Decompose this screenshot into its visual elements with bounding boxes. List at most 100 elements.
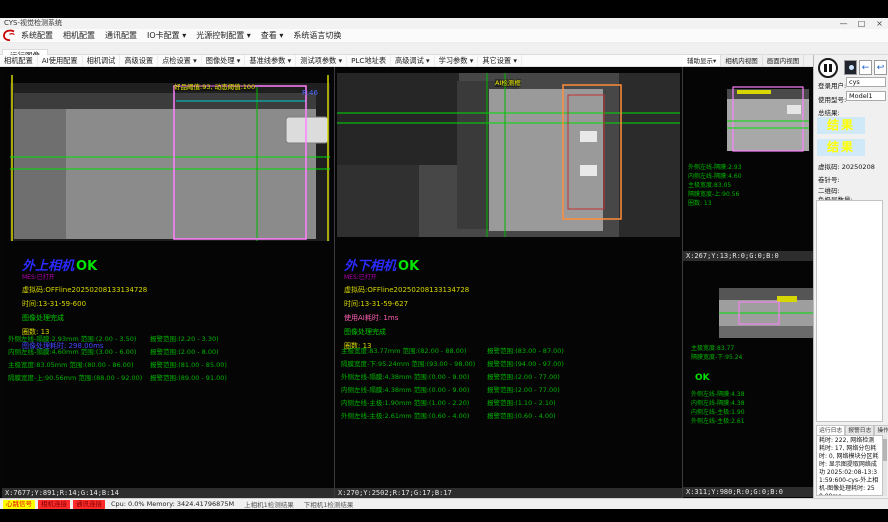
left-camera-image[interactable]: [10, 73, 330, 243]
toolbar-item[interactable]: 测试项参数 ▾: [296, 55, 347, 67]
status-bar: 心跳信号 相机连接 通讯连接 Cpu: 0.0% Memory: 3424.41…: [0, 498, 888, 509]
measurement-text: 主极宽度:83.77mm 范围:(82.00 - 88.00): [341, 345, 466, 355]
cpu-memory-readout: Cpu: 0.0% Memory: 3424.41796875M: [111, 500, 234, 508]
log-tab[interactable]: 报警日志: [845, 425, 874, 435]
measurement-text: 外侧左线-主极:2.61mm 范围:(0.60 - 4.00): [341, 410, 469, 420]
pause-button[interactable]: [818, 58, 838, 78]
aux-view-tab[interactable]: 相机内视图: [721, 55, 763, 66]
aux-bottom-thumbnail[interactable]: [719, 288, 813, 338]
alarm-range: 报警范围:(81.00 - 85.00): [150, 359, 227, 369]
camera-icon: [849, 65, 854, 70]
login-user-input[interactable]: [846, 77, 886, 87]
r-value-label: R:46: [302, 89, 318, 97]
toolbar-item[interactable]: 图像处理 ▾: [202, 55, 246, 67]
measurement-text: 内侧左线-隔膜:4.38mm 范围:(0.00 - 9.00): [341, 384, 469, 394]
model-input[interactable]: [846, 91, 886, 101]
aux-top-view[interactable]: 外侧左线-隔膜:2.93内侧左线-隔膜:4.60主极宽度:83.05隔膜宽度-上…: [683, 67, 813, 262]
alarm-range: 报警范围:(0.60 - 4.00): [487, 410, 556, 420]
alarm-range: 报警范围:(2.00 - 8.00): [150, 346, 219, 356]
aux-result-line: 外侧左线-隔膜:4.38: [691, 390, 745, 399]
toolbar-item[interactable]: 点检设置 ▾: [158, 55, 202, 67]
camera-connection-indicator: 相机连接: [38, 500, 70, 509]
log-tab[interactable]: 操作日志: [874, 425, 888, 435]
toolbar-item[interactable]: 其它设置 ▾: [478, 55, 522, 67]
reset-button[interactable]: ↩: [874, 60, 887, 75]
minimize-button[interactable]: —: [837, 18, 850, 29]
result-list-box[interactable]: [816, 200, 883, 422]
alarm-range: 报警范围:(2.00 - 77.00): [487, 371, 560, 381]
aux-result-line: 隔膜宽度-上:90.56: [688, 190, 742, 199]
toolbar-item[interactable]: AI使用配置: [38, 55, 83, 67]
virtual-barcode: 虚拟码:OFFline20250208133134728: [22, 285, 147, 295]
log-tabs: 运行日志报警日志操作日志: [816, 425, 887, 435]
alarm-range: 报警范围:(1.10 - 2.10): [487, 397, 556, 407]
total-result-label: 总结果:: [818, 107, 840, 117]
center-camera-panel: AI检测框 外下相机OK MES:已打开 虚拟码:OFFline20250208…: [335, 67, 682, 498]
log-output[interactable]: 耗时: 222, 网络检测耗时: 17, 网络分包耗时: 0, 网络模块分区耗时…: [816, 435, 883, 496]
ai-overlay-label: AI检测框: [495, 79, 521, 87]
maximize-button[interactable]: □: [855, 18, 868, 29]
process-status: 图像处理完成: [22, 313, 147, 323]
aux-bottom-view[interactable]: 主极宽度:83.77隔膜宽度-下:95.24 OK 外侧左线-隔膜:4.38内侧…: [683, 272, 813, 498]
aux-bottom-results: 外侧左线-隔膜:4.38内侧左线-隔膜:4.38内侧左线-主极:1.90外侧左线…: [691, 390, 745, 426]
center-result-block: 外下相机OK MES:已打开 虚拟码:OFFline20250208133134…: [344, 255, 469, 351]
aux-result-line: 隔膜宽度-下:95.24: [691, 353, 742, 362]
menu-item[interactable]: 通讯配置: [100, 29, 142, 43]
toolbar: 相机配置AI使用配置相机调试高级设置点检设置 ▾图像处理 ▾基准线参数 ▾测试项…: [0, 55, 683, 67]
measurement-row: 隔膜宽度-下:95.24mm 范围:(93.00 - 98.00) 报警范围:(…: [335, 358, 680, 371]
aux-result-line: 外侧左线-隔膜:2.93: [688, 163, 742, 172]
aux-view-tab[interactable]: 辅助显示▾: [683, 55, 721, 66]
log-scrollbar[interactable]: [883, 435, 887, 496]
title-bar: CYS-视觉检测系统: [0, 18, 888, 29]
measurement-text: 内侧左线-主极:1.90mm 范围:(1.00 - 2.20): [341, 397, 469, 407]
menu-item[interactable]: 光源控制配置 ▾: [191, 29, 256, 43]
toolbar-item[interactable]: 相机调试: [83, 55, 121, 67]
aux-bottom-pixel-readout: X:311;Y:980;R:0;G:0;B:0: [683, 487, 813, 497]
menu-item[interactable]: 查看 ▾: [256, 29, 289, 43]
measurement-text: 内侧左线-隔膜:4.60mm 范围:(3.00 - 6.00): [8, 346, 136, 356]
measurement-row: 主极宽度:83.05mm 范围:(80.00 - 86.00) 报警范围:(81…: [2, 359, 332, 372]
aux-result-line: 主极宽度:83.77: [691, 344, 742, 353]
toolbar-item[interactable]: 高级设置: [120, 55, 158, 67]
measurement-text: 外侧左线-隔膜:2.93mm 范围:(2.00 - 3.50): [8, 333, 136, 343]
capture-time: 时间:13-31-59-627: [344, 299, 469, 309]
alarm-range: 报警范围:(89.00 - 91.00): [150, 372, 227, 382]
measurement-row: 内侧左线-隔膜:4.38mm 范围:(0.00 - 9.00) 报警范围:(2.…: [335, 384, 680, 397]
toolbar-item[interactable]: 基准线参数 ▾: [245, 55, 296, 67]
center-camera-image[interactable]: [337, 73, 680, 237]
measurement-text: 主极宽度:83.05mm 范围:(80.00 - 86.00): [8, 359, 133, 369]
menu-item[interactable]: 相机配置: [58, 29, 100, 43]
back-button[interactable]: ←: [859, 60, 872, 75]
measurement-row: 内侧左线-主极:1.90mm 范围:(1.00 - 2.20) 报警范围:(1.…: [335, 397, 680, 410]
aux-ok-label: OK: [695, 372, 710, 384]
menu-item[interactable]: 系统语言切换: [288, 29, 346, 43]
measurement-row: 外侧左线-隔膜:2.93mm 范围:(2.00 - 3.50) 报警范围:(2.…: [2, 333, 332, 346]
alarm-range: 报警范围:(83.00 - 87.00): [487, 345, 564, 355]
tab-strip: 运行图像: [0, 43, 888, 55]
measurement-text: 隔膜宽度-下:95.24mm 范围:(93.00 - 98.00): [341, 358, 475, 368]
close-button[interactable]: ×: [873, 18, 886, 29]
measurement-text: 外侧左线-隔膜:4.38mm 范围:(0.00 - 9.00): [341, 371, 469, 381]
toolbar-item[interactable]: 学习参数 ▾: [435, 55, 479, 67]
toolbar-item[interactable]: 相机配置: [0, 55, 38, 67]
aux-top-thumbnail[interactable]: [727, 85, 809, 153]
camera-button[interactable]: [844, 60, 857, 75]
aux-result-line: 主极宽度:83.05: [688, 181, 742, 190]
result-ok: OK: [76, 259, 97, 274]
threshold-overlay-label: 好品阈值:93, 动态阈值:100: [174, 83, 255, 91]
aux-result-line: 内侧左线-主极:1.90: [691, 408, 745, 417]
ai-elapsed: 使用AI耗时: 1ms: [344, 313, 469, 323]
menu-item[interactable]: IO卡配置 ▾: [142, 29, 191, 43]
left-pixel-readout: X:7677;Y:891;R:14;G:14;B:14: [2, 488, 334, 498]
log-tab[interactable]: 运行日志: [816, 425, 845, 435]
result-ok: OK: [398, 259, 419, 274]
left-camera-panel: 好品阈值:93, 动态阈值:100 R:46 外上相机OK MES:已打开 虚拟…: [2, 67, 334, 498]
scrollbar-thumb[interactable]: [883, 439, 887, 461]
toolbar-item[interactable]: 高级调试 ▾: [391, 55, 435, 67]
toolbar-item[interactable]: PLC地址表: [347, 55, 391, 67]
menu-item[interactable]: 系统配置: [16, 29, 58, 43]
barcode-label: 虚拟码: 20250208: [818, 161, 875, 171]
center-pixel-readout: X:270;Y:2502;R:17;G:17;B:17: [335, 488, 682, 498]
aux-result-line: 圈数: 13: [688, 199, 742, 208]
aux-view-tab[interactable]: 画面内视图: [763, 55, 805, 66]
